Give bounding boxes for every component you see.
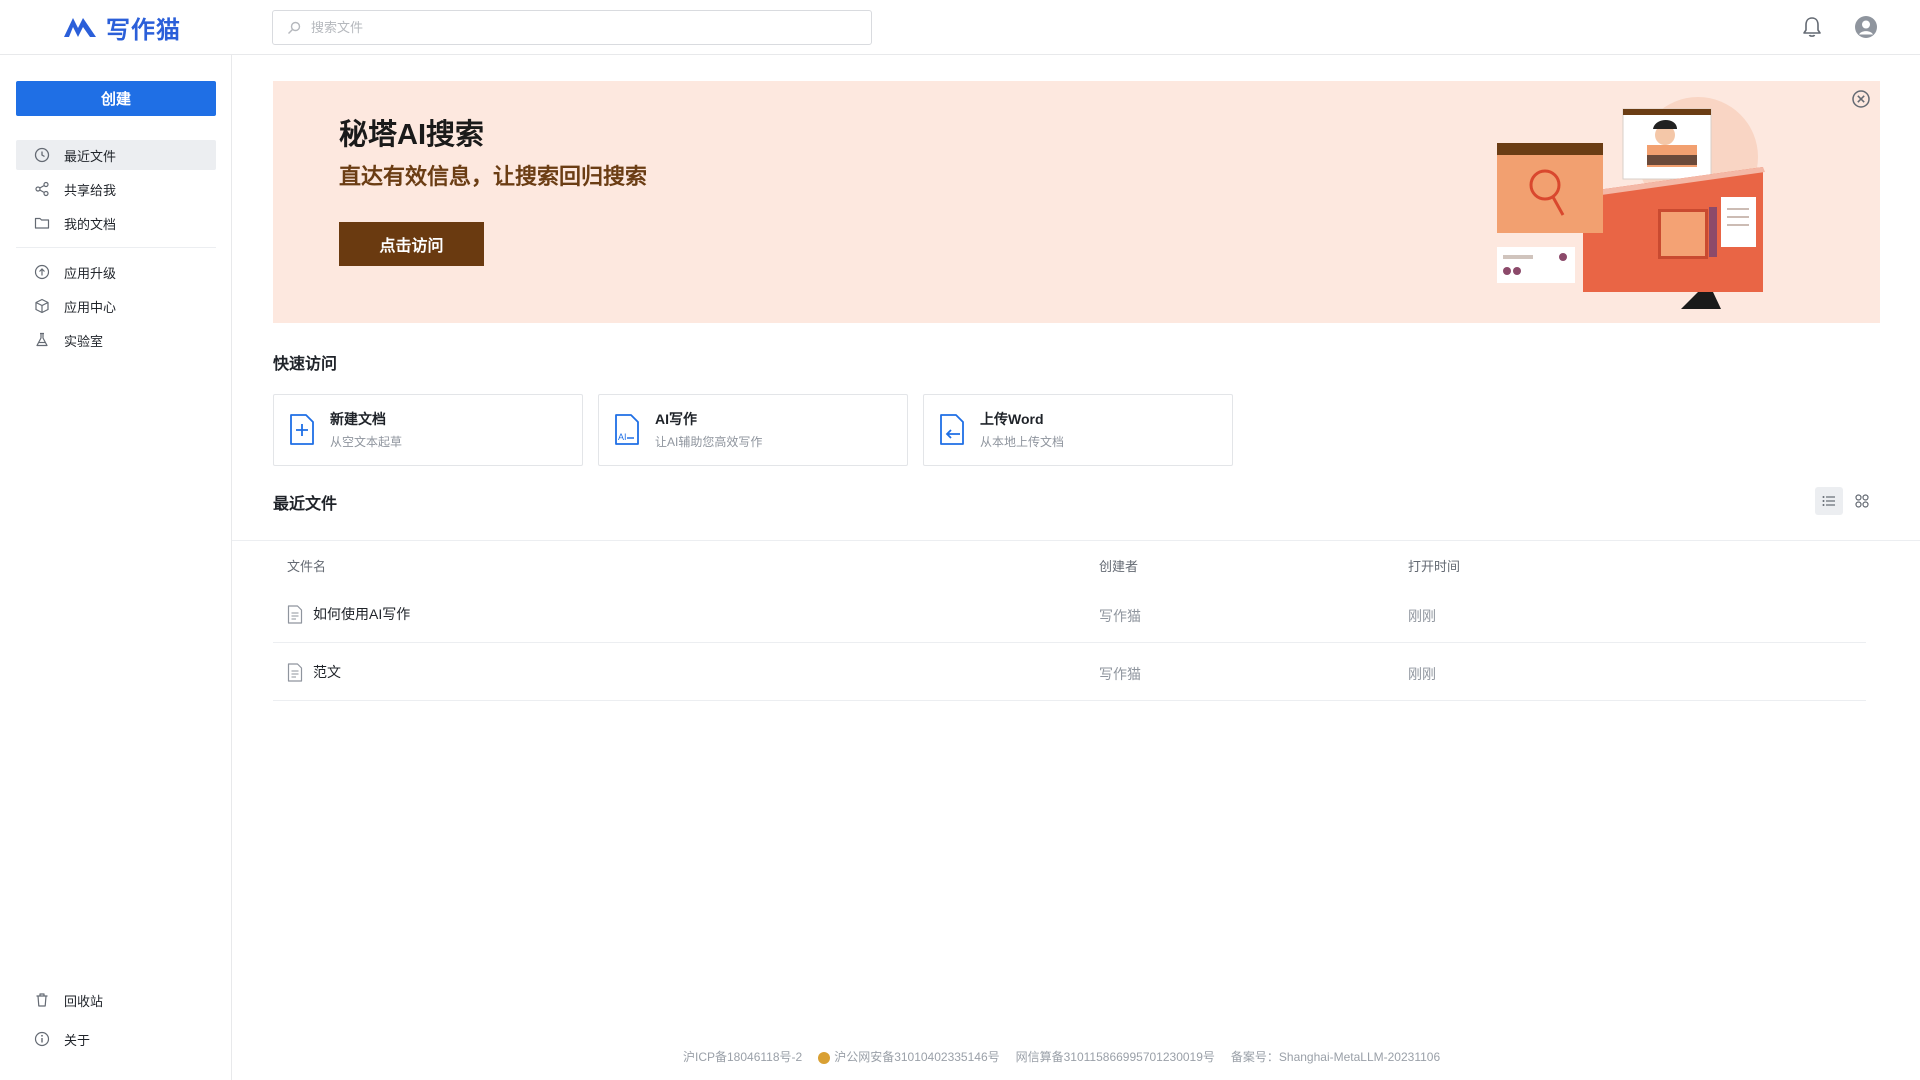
police-badge-icon xyxy=(818,1051,831,1064)
sidebar-item-label: 回收站 xyxy=(64,993,104,1009)
quick-access-title: 快速访问 xyxy=(273,356,338,373)
sidebar-item-label: 实验室 xyxy=(64,333,104,349)
sidebar-item-lab[interactable]: 实验室 xyxy=(16,325,216,355)
quick-card-upload-word[interactable]: 上传Word 从本地上传文档 xyxy=(923,394,1233,466)
logo-icon xyxy=(64,18,96,37)
grid-view-icon xyxy=(1855,494,1869,508)
sidebar-item-label: 最近文件 xyxy=(64,148,117,164)
sidebar-item-shared[interactable]: 共享给我 xyxy=(16,174,216,204)
sidebar-item-about[interactable]: 关于 xyxy=(16,1024,216,1054)
info-icon xyxy=(34,1031,50,1047)
upload-doc-icon xyxy=(940,414,964,445)
file-opened-time: 刚刚 xyxy=(1408,608,1436,624)
document-icon xyxy=(287,662,303,682)
folder-icon xyxy=(34,217,50,229)
file-creator: 写作猫 xyxy=(1099,666,1141,682)
footer-algo-record: 网信算备310115866995701230019号 xyxy=(1015,1050,1215,1064)
bell-icon xyxy=(1803,17,1821,37)
trash-icon xyxy=(36,993,48,1007)
user-avatar-button[interactable] xyxy=(1853,14,1879,40)
footer-police-text: 沪公网安备31010402335146号 xyxy=(834,1050,1000,1064)
sidebar-item-label: 共享给我 xyxy=(64,182,117,198)
sidebar-item-my-docs[interactable]: 我的文档 xyxy=(16,208,216,238)
banner-illustration xyxy=(1497,97,1765,309)
banner-subtitle: 直达有效信息，让搜索回归搜索 xyxy=(339,164,648,189)
table-divider xyxy=(232,540,1920,541)
quick-card-desc: 让AI辅助您高效写作 xyxy=(655,435,763,449)
logo-text: 写作猫 xyxy=(106,14,181,44)
sidebar-item-label: 应用升级 xyxy=(64,265,117,281)
sidebar-item-app-center[interactable]: 应用中心 xyxy=(16,291,216,321)
banner-title: 秘塔AI搜索 xyxy=(339,119,485,151)
list-view-icon xyxy=(1822,496,1835,506)
footer-police-link[interactable]: 沪公网安备31010402335146号 xyxy=(818,1048,1000,1065)
upgrade-icon xyxy=(34,264,50,280)
clock-icon xyxy=(34,147,50,163)
flask-icon xyxy=(36,332,48,347)
new-doc-icon xyxy=(290,414,314,445)
create-button[interactable]: 创建 xyxy=(16,81,216,116)
quick-card-title: AI写作 xyxy=(655,411,697,427)
grid-view-button[interactable] xyxy=(1848,487,1876,515)
quick-card-title: 新建文档 xyxy=(330,411,386,427)
footer-record-number: 备案号：Shanghai-MetaLLM-20231106 xyxy=(1230,1050,1441,1064)
table-row[interactable]: 范文 写作猫 刚刚 xyxy=(273,644,1866,701)
file-name: 范文 xyxy=(313,664,341,680)
column-header-name[interactable]: 文件名 xyxy=(287,556,326,575)
file-name: 如何使用AI写作 xyxy=(313,606,411,622)
column-header-creator[interactable]: 创建者 xyxy=(1099,556,1138,575)
sidebar-item-trash[interactable]: 回收站 xyxy=(16,985,216,1015)
search-icon xyxy=(288,21,301,34)
promo-banner: 秘塔AI搜索 直达有效信息，让搜索回归搜索 点击访问 xyxy=(273,81,1880,323)
notification-button[interactable] xyxy=(1799,14,1825,40)
top-header: 写作猫 xyxy=(0,0,1920,55)
share-icon xyxy=(35,181,49,197)
logo[interactable]: 写作猫 xyxy=(62,12,181,44)
search-input[interactable] xyxy=(311,20,831,35)
quick-card-desc: 从本地上传文档 xyxy=(980,435,1065,449)
document-icon xyxy=(287,604,303,624)
footer: 沪ICP备18046118号-2 沪公网安备31010402335146号 网信… xyxy=(683,1048,1783,1065)
search-box[interactable] xyxy=(272,10,872,45)
cube-icon xyxy=(35,298,49,314)
sidebar-item-label: 我的文档 xyxy=(64,216,117,232)
svg-text:AI: AI xyxy=(618,432,627,442)
close-icon[interactable] xyxy=(1852,90,1870,108)
quick-card-ai-writing[interactable]: AI AI写作 让AI辅助您高效写作 xyxy=(598,394,908,466)
file-creator: 写作猫 xyxy=(1099,608,1141,624)
sidebar-divider xyxy=(16,247,216,248)
sidebar-item-recent[interactable]: 最近文件 xyxy=(16,140,216,170)
sidebar: 创建 最近文件 共享给我 我的文档 应用升级 应用中心 实验室 回收站 关于 xyxy=(0,55,232,1080)
recent-files-title: 最近文件 xyxy=(273,496,338,513)
file-opened-time: 刚刚 xyxy=(1408,666,1436,682)
user-avatar-icon xyxy=(1855,16,1877,38)
quick-card-title: 上传Word xyxy=(980,411,1044,427)
list-view-button[interactable] xyxy=(1815,487,1843,515)
sidebar-item-upgrade[interactable]: 应用升级 xyxy=(16,257,216,287)
table-row[interactable]: 如何使用AI写作 写作猫 刚刚 xyxy=(273,586,1866,643)
sidebar-item-label: 关于 xyxy=(64,1032,91,1048)
column-header-opened[interactable]: 打开时间 xyxy=(1408,556,1460,575)
ai-doc-icon: AI xyxy=(615,414,639,445)
sidebar-item-label: 应用中心 xyxy=(64,299,117,315)
footer-icp-link[interactable]: 沪ICP备18046118号-2 xyxy=(683,1048,802,1065)
quick-card-desc: 从空文本起草 xyxy=(330,435,403,449)
quick-card-new-doc[interactable]: 新建文档 从空文本起草 xyxy=(273,394,583,466)
banner-visit-button[interactable]: 点击访问 xyxy=(339,222,484,266)
